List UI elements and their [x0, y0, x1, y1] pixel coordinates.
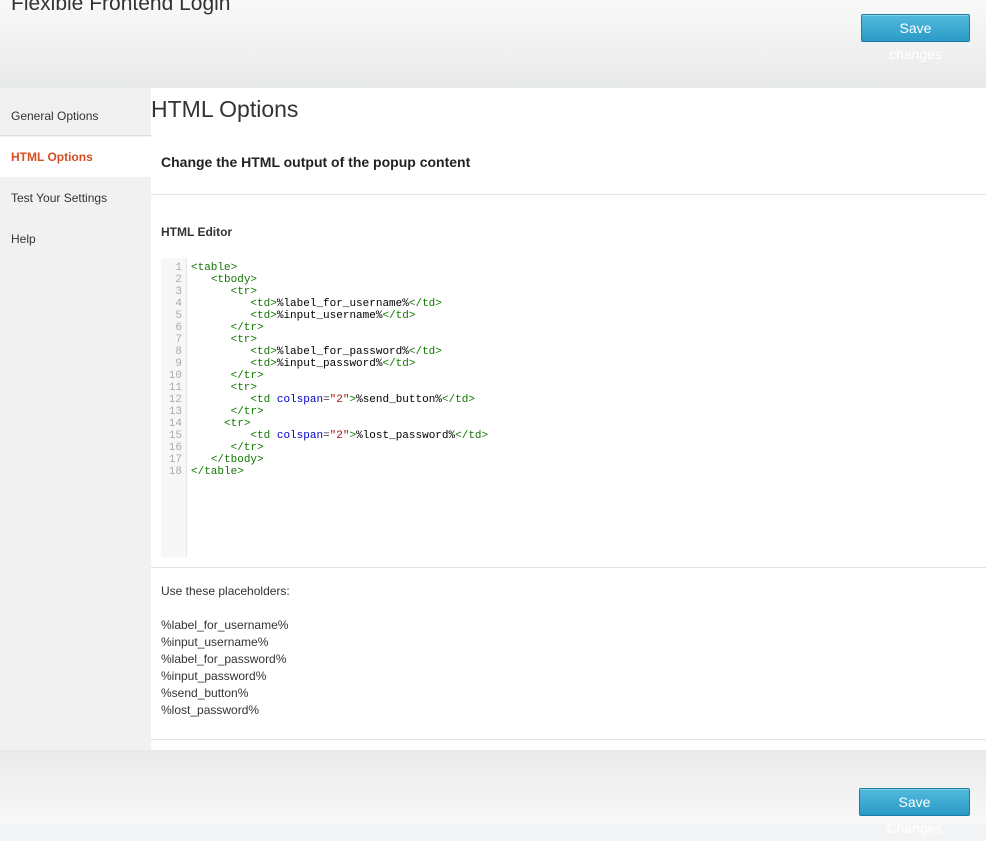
sidebar-item-help[interactable]: Help	[0, 219, 151, 259]
main-panel: HTML Options Change the HTML output of t…	[151, 88, 986, 750]
top-bar: Flexible Frontend Login Save changes	[0, 0, 986, 88]
placeholder-item: %input_username%	[161, 635, 269, 649]
line-number: 12	[168, 394, 182, 406]
code-line[interactable]: <tr>	[191, 418, 488, 430]
line-number: 8	[175, 346, 182, 358]
code-line[interactable]: </tbody>	[191, 454, 488, 466]
line-number: 15	[168, 430, 182, 442]
section-heading: Change the HTML output of the popup cont…	[161, 154, 471, 170]
code-line[interactable]: <td>%input_username%</td>	[191, 310, 488, 322]
line-numbers: 1 2 3 4 5 6 7 8 9 10 11 12 13 14 15 16 17 18	[161, 262, 182, 478]
code-line[interactable]: </tr>	[191, 322, 488, 334]
line-number: 4	[175, 298, 182, 310]
line-number: 3	[175, 286, 182, 298]
line-number: 2	[175, 274, 182, 286]
placeholder-item: %label_for_password%	[161, 652, 287, 666]
code-line[interactable]: <tr>	[191, 382, 488, 394]
sidebar-item-general-options[interactable]: General Options	[0, 96, 151, 136]
placeholder-item: %input_password%	[161, 669, 267, 683]
editor-gutter: 1 2 3 4 5 6 7 8 9 10 11 12 13 14 15 16 17 18	[161, 258, 187, 557]
placeholder-list: %label_for_username% %input_username% %l…	[161, 617, 288, 719]
code-line[interactable]: <td colspan="2">%send_button%</td>	[191, 394, 488, 406]
line-number: 10	[168, 370, 182, 382]
line-number: 6	[175, 322, 182, 334]
line-number: 11	[168, 382, 182, 394]
code-line[interactable]: <table>	[191, 262, 488, 274]
code-line[interactable]: <td>%label_for_password%</td>	[191, 346, 488, 358]
code-line[interactable]: <td>%label_for_username%</td>	[191, 298, 488, 310]
sidebar: General Options HTML Options Test Your S…	[0, 88, 151, 750]
save-changes-button-top[interactable]: Save changes	[861, 14, 970, 62]
line-number: 7	[175, 334, 182, 346]
divider	[151, 567, 986, 568]
code-line[interactable]: </tr>	[191, 442, 488, 454]
line-number: 9	[175, 358, 182, 370]
code-line[interactable]: </tr>	[191, 406, 488, 418]
line-number: 5	[175, 310, 182, 322]
line-number: 14	[168, 418, 182, 430]
code-line[interactable]: <td>%input_password%</td>	[191, 358, 488, 370]
code-line[interactable]: <td colspan="2">%lost_password%</td>	[191, 430, 488, 442]
code-line[interactable]: <tr>	[191, 286, 488, 298]
line-number: 1	[175, 262, 182, 274]
code-line[interactable]: <tr>	[191, 334, 488, 346]
page-title: HTML Options	[151, 96, 299, 122]
divider	[151, 194, 986, 195]
bottom-bar: Save Changes	[0, 750, 986, 836]
placeholder-item: %send_button%	[161, 686, 249, 700]
line-number: 18	[168, 466, 182, 478]
divider	[151, 739, 986, 740]
code-content[interactable]: <table> <tbody> <tr> <td>%label_for_user…	[191, 262, 488, 478]
line-number: 17	[168, 454, 182, 466]
sidebar-item-test-your-settings[interactable]: Test Your Settings	[0, 178, 151, 218]
code-line[interactable]: <tbody>	[191, 274, 488, 286]
code-line[interactable]: </tr>	[191, 370, 488, 382]
html-code-editor[interactable]: 1 2 3 4 5 6 7 8 9 10 11 12 13 14 15 16 17 18 <table> <tbo…	[161, 258, 986, 557]
line-number: 16	[168, 442, 182, 454]
placeholder-item: %label_for_username%	[161, 618, 289, 632]
sidebar-item-html-options[interactable]: HTML Options	[0, 137, 151, 177]
code-line[interactable]: </table>	[191, 466, 488, 478]
placeholders-intro: Use these placeholders:	[161, 584, 290, 598]
placeholder-item: %lost_password%	[161, 703, 260, 717]
line-number: 13	[168, 406, 182, 418]
editor-label: HTML Editor	[161, 225, 233, 239]
app-title: Flexible Frontend Login	[11, 0, 231, 15]
save-changes-button-bottom[interactable]: Save Changes	[859, 788, 970, 836]
